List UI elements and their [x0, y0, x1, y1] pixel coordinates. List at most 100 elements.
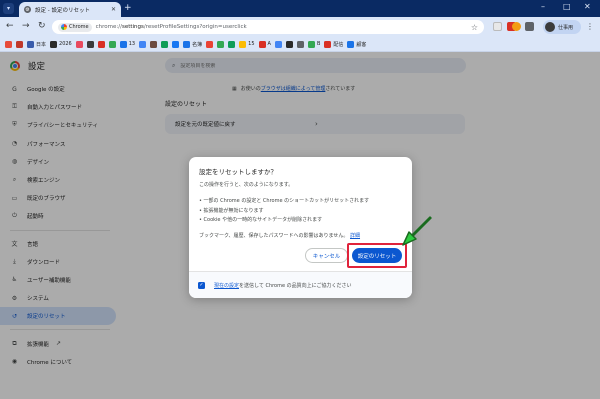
tab-search-button[interactable]: ▾: [3, 3, 14, 14]
gear-icon: ⚙: [24, 6, 31, 13]
send-report-checkbox[interactable]: ✓: [198, 281, 205, 289]
chrome-chip[interactable]: Chrome: [58, 22, 92, 32]
bookmark-favicon-icon: [50, 40, 58, 48]
dialog-footer: ✓ 現在の設定を送信して Chrome の品質向上にご協力ください: [189, 271, 412, 298]
bookmark-favicon-icon: [27, 40, 34, 48]
bookmark-item[interactable]: A: [258, 39, 272, 49]
more-vert-icon[interactable]: ⋮: [586, 22, 594, 31]
address-bar[interactable]: Chrome chrome://settings/resetProfileSet…: [52, 20, 484, 34]
bookmark-item[interactable]: [205, 39, 214, 49]
bookmark-favicon-icon: [347, 40, 355, 48]
bookmark-label: 13: [128, 41, 136, 47]
bookmark-favicon-icon: [285, 40, 293, 48]
bookmark-item[interactable]: 13: [119, 39, 136, 49]
bookmark-item[interactable]: [216, 39, 225, 49]
chip-label: Chrome: [69, 24, 89, 30]
bookmark-favicon-icon: [16, 40, 23, 48]
bookmark-favicon-icon: [228, 40, 236, 48]
bookmark-item[interactable]: B: [307, 39, 321, 49]
bookmark-item[interactable]: [296, 39, 305, 49]
bookmark-item[interactable]: [171, 39, 180, 49]
reload-button[interactable]: ↻: [38, 21, 46, 32]
bookmark-favicon-icon: [206, 40, 214, 48]
bookmark-label: 15: [248, 41, 255, 47]
dialog-note: ブックマーク、履歴、保存したパスワードへの影響はありません。 詳細: [199, 233, 361, 239]
bookmark-item[interactable]: 15: [238, 39, 255, 49]
green-arrow-icon: [402, 216, 432, 246]
extension-icon[interactable]: [512, 22, 521, 31]
reset-dialog: 設定をリセットしますか？ この操作を行うと、次のようになります。 • 一部の C…: [189, 157, 412, 298]
bookmark-favicon-icon: [172, 40, 180, 48]
bookmark-label: 顧客: [356, 41, 367, 48]
puzzle-icon[interactable]: [525, 22, 534, 31]
bookmark-label: A: [267, 41, 271, 47]
dialog-bullet: • 一部の Chrome の設定と Chrome のショートカットがリセットされ…: [199, 198, 370, 204]
dialog-title: 設定をリセットしますか？: [199, 168, 277, 176]
close-tab-icon[interactable]: ✕: [111, 6, 116, 13]
bookmark-item[interactable]: [138, 39, 147, 49]
details-link[interactable]: 詳細: [350, 233, 360, 239]
bookmark-favicon-icon: [86, 40, 94, 48]
back-button[interactable]: ←: [6, 21, 14, 32]
bookmark-item[interactable]: [4, 39, 13, 49]
bookmark-item[interactable]: 名簿: [182, 39, 203, 49]
extension-icon[interactable]: [493, 22, 502, 31]
bookmark-favicon-icon: [239, 40, 247, 48]
bookmark-item[interactable]: [86, 39, 95, 49]
bookmark-favicon-icon: [296, 40, 304, 48]
bookmark-item[interactable]: 2026: [49, 39, 73, 49]
bookmark-favicon-icon: [217, 40, 225, 48]
reset-settings-button[interactable]: 設定のリセット: [352, 248, 402, 263]
bookmark-favicon-icon: [97, 40, 105, 48]
new-tab-button[interactable]: +: [124, 3, 132, 13]
bookmark-item[interactable]: [75, 39, 84, 49]
bookmark-favicon-icon: [108, 40, 116, 48]
close-window-button[interactable]: ✕: [584, 2, 591, 11]
bookmark-favicon-icon: [150, 40, 158, 48]
bookmark-item[interactable]: [108, 39, 117, 49]
dialog-bullet: • 拡張機能が無効になります: [199, 208, 264, 214]
url-text[interactable]: chrome://settings/resetProfileSettings?o…: [96, 24, 247, 30]
tab-title: 設定 - 設定のリセット: [35, 7, 90, 14]
current-settings-link[interactable]: 現在の設定: [214, 283, 239, 289]
bookmark-item[interactable]: 日本: [26, 39, 47, 49]
forward-button[interactable]: →: [22, 21, 30, 32]
bookmark-favicon-icon: [119, 40, 127, 48]
bookmark-item[interactable]: 配信: [323, 39, 344, 49]
maximize-button[interactable]: □: [563, 2, 571, 11]
bookmark-item[interactable]: [274, 39, 283, 49]
bookmark-item[interactable]: [160, 39, 169, 49]
avatar: [545, 22, 555, 32]
cancel-button[interactable]: キャンセル: [305, 248, 348, 263]
bookmark-favicon-icon: [324, 40, 332, 48]
bookmark-favicon-icon: [274, 40, 282, 48]
bookmark-item[interactable]: 顧客: [346, 39, 367, 49]
bookmark-item[interactable]: [97, 39, 106, 49]
bookmark-label: B: [316, 41, 321, 47]
bookmarks-bar: 日本 2026 13 名簿 15 A B 配信 顧客: [0, 37, 600, 52]
minimize-button[interactable]: –: [541, 2, 545, 11]
bookmark-favicon-icon: [75, 40, 83, 48]
browser-toolbar: ← → ↻ Chrome chrome://settings/resetProf…: [0, 17, 600, 37]
profile-button[interactable]: 仕事用: [543, 20, 581, 34]
bookmark-favicon-icon: [5, 40, 12, 48]
bookmark-item[interactable]: [15, 39, 24, 49]
bookmark-label: 2026: [59, 41, 72, 47]
bookmark-label: 名簿: [192, 41, 203, 48]
tab-strip: ▾ ⚙ 設定 - 設定のリセット ✕ + – □ ✕: [0, 0, 600, 17]
bookmark-favicon-icon: [183, 40, 191, 48]
dialog-bullet: • Cookie や他の一時的なサイトデータが削除されます: [199, 217, 323, 223]
bookmark-item[interactable]: [285, 39, 294, 49]
tab-settings[interactable]: ⚙ 設定 - 設定のリセット ✕: [19, 2, 121, 17]
bookmark-favicon-icon: [258, 40, 266, 48]
dialog-intro: この操作を行うと、次のようになります。: [199, 182, 294, 188]
bookmark-favicon-icon: [307, 40, 315, 48]
star-icon[interactable]: ☆: [471, 23, 478, 32]
bookmark-favicon-icon: [139, 40, 147, 48]
chrome-logo-icon: [61, 24, 67, 30]
bookmark-item[interactable]: [149, 39, 158, 49]
profile-name: 仕事用: [558, 24, 574, 31]
bookmark-label: 日本: [36, 41, 47, 48]
bookmark-favicon-icon: [161, 40, 169, 48]
bookmark-item[interactable]: [227, 39, 236, 49]
